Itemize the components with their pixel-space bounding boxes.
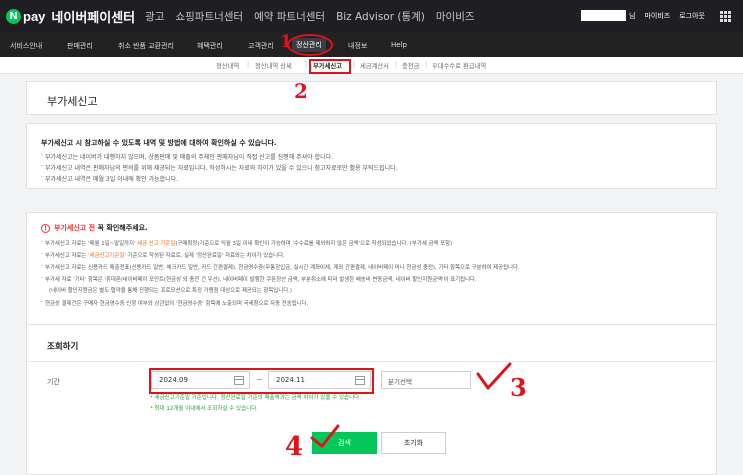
title-panel: 부가세신고 — [26, 81, 717, 115]
info-line-1: 부가세신고는 네이버가 대행하지 않으며, 상품판매 및 매출의 주체인 판매자… — [45, 154, 334, 161]
info-line-2: 부가세신고 내역은 판매자님의 편의를 위해 제공되는 자료입니다. 작성하시는… — [45, 165, 398, 172]
warning-line-6: 현금성 결제건은 구매자 현금영수증 신청 여부와 상관없이 '현금영수증' 항… — [45, 301, 309, 307]
sub-nav-separator: | — [305, 61, 308, 68]
app-title: 네이버페이센터 — [51, 11, 136, 26]
main-nav-cancel-return[interactable]: 취소 반품 교환관리 — [118, 41, 174, 51]
warning-line-1: 부가세신고 자료는 '매월 1일~말일까지' 세금 신고 기준일(구매확정)기준… — [45, 241, 453, 247]
top-nav-shopping-partner[interactable]: 쇼핑파트너센터 — [175, 9, 243, 24]
main-nav-my-info[interactable]: 내정보 — [348, 41, 367, 51]
info-line-3: 부가세신고 내역은 매월 3일 이내에 확인 가능합니다. — [45, 176, 179, 183]
sub-nav-deposit[interactable]: 충전금 — [402, 61, 419, 70]
search-section-title: 조회하기 — [47, 342, 79, 352]
warning-head-rest: 꼭 확인해주세요. — [97, 224, 148, 232]
warning-icon: ! — [41, 223, 50, 233]
top-nav-biz-advisor[interactable]: Biz Advisor (통계) — [336, 9, 425, 24]
warning-line-4: 부가세 자료 '기타' 항목은 '휴대폰/네이버페이 포인트(현금성 외 충전 … — [45, 277, 477, 283]
warning-line-5: (네이버 할인지원금은 별도 협약을 통해 진행되는 프로모션으로 특정 가맹점… — [49, 288, 292, 294]
mybiz-link[interactable]: 마이비즈 — [644, 11, 670, 21]
main-nav-sales[interactable]: 판매관리 — [67, 41, 93, 51]
search-note-2: * 최대 12개월 이내에서 조회하실 수 있습니다. — [150, 406, 259, 412]
sub-nav-fee-refund[interactable]: 우대수수료 환급내역 — [432, 61, 486, 70]
naver-pay-logo[interactable]: N pay 네이버페이센터 — [6, 7, 135, 26]
warning-line-3: 부가세신고 자료는 신용카드 매출전표(신용카드 일반, 체크카드 일반, 카드… — [45, 265, 520, 271]
sub-nav-settlement-detail[interactable]: 정산내역 상세 — [255, 61, 292, 70]
sub-nav-separator: | — [247, 61, 250, 68]
top-nav-reservation-partner[interactable]: 예약 파트너센터 — [254, 9, 325, 24]
username-redacted — [581, 10, 627, 21]
annotation-box-dates — [149, 368, 374, 394]
search-button[interactable]: 검색 — [312, 432, 377, 454]
top-nav-ad[interactable]: 광고 — [145, 9, 164, 24]
naver-n-icon: N — [6, 9, 21, 24]
top-nav: 광고 쇼핑파트너센터 예약 파트너센터 Biz Advisor (통계) 마이비… — [145, 9, 485, 24]
annotation-circle-settlement — [287, 34, 333, 56]
annotation-box-vat-tab — [309, 59, 351, 74]
logo-pay-text: pay — [23, 9, 46, 24]
main-nav-customers[interactable]: 고객관리 — [248, 41, 274, 51]
sub-nav-separator: | — [395, 61, 398, 68]
main-nav-benefits[interactable]: 혜택관리 — [197, 41, 223, 51]
sub-nav: 정산내역 | 정산내역 상세 | 부가세신고 | 세금계산서 | 충전금 | 우… — [0, 57, 743, 74]
info-title: 부가세신고 시 참고하실 수 있도록 내역 및 방법에 대하여 확인하실 수 있… — [41, 139, 277, 147]
sub-nav-separator: | — [425, 61, 428, 68]
warning-panel: ! 부가세신고 전 꼭 확인해주세요. · 부가세신고 자료는 '매월 1일~말… — [26, 212, 717, 325]
main-nav: 서비스안내 판매관리 취소 반품 교환관리 혜택관리 고객관리 정산관리 내정보… — [0, 33, 743, 57]
user-suffix: 님 — [629, 11, 636, 20]
warning-line-2: 부가세신고 자료는 '세금신고기준일' 기준으로 작성된 자료로, 실제 '정산… — [45, 253, 285, 259]
user-area: 님 마이비즈 로그아웃 — [581, 10, 705, 21]
search-note-1: * 세금신고기준일 기준입니다. 정산완료일 기준의 매출액과는 금액 차이가 … — [150, 395, 361, 401]
sub-nav-settlement-history[interactable]: 정산내역 — [216, 61, 239, 70]
sub-nav-tax-invoice[interactable]: 세금계산서 — [360, 61, 389, 70]
period-label: 기간 — [47, 378, 60, 386]
info-panel: 부가세신고 시 참고하실 수 있도록 내역 및 방법에 대하여 확인하실 수 있… — [26, 123, 717, 189]
logout-link[interactable]: 로그아웃 — [679, 11, 705, 21]
sub-nav-separator: | — [353, 61, 356, 68]
annotation-number-4: 4 — [285, 432, 304, 462]
app-grid-icon[interactable] — [720, 11, 731, 22]
section-divider — [27, 361, 716, 362]
quarter-select-placeholder: 분기선택 — [388, 378, 412, 386]
warning-heading: ! 부가세신고 전 꼭 확인해주세요. — [41, 223, 148, 233]
page-title: 부가세신고 — [47, 95, 98, 108]
top-bar: N pay 네이버페이센터 광고 쇼핑파트너센터 예약 파트너센터 Biz Ad… — [0, 0, 743, 33]
main-nav-help[interactable]: Help — [391, 41, 407, 49]
quarter-select[interactable]: 분기선택 — [381, 371, 471, 389]
annotation-number-1: 1 — [280, 32, 292, 52]
main-nav-service-guide[interactable]: 서비스안내 — [10, 41, 42, 51]
warning-head-orange: 부가세신고 전 — [54, 224, 96, 232]
top-nav-mybiz[interactable]: 마이비즈 — [436, 9, 475, 24]
annotation-number-2: 2 — [294, 79, 308, 103]
reset-button[interactable]: 초기화 — [381, 432, 446, 454]
annotation-number-3: 3 — [510, 373, 527, 402]
